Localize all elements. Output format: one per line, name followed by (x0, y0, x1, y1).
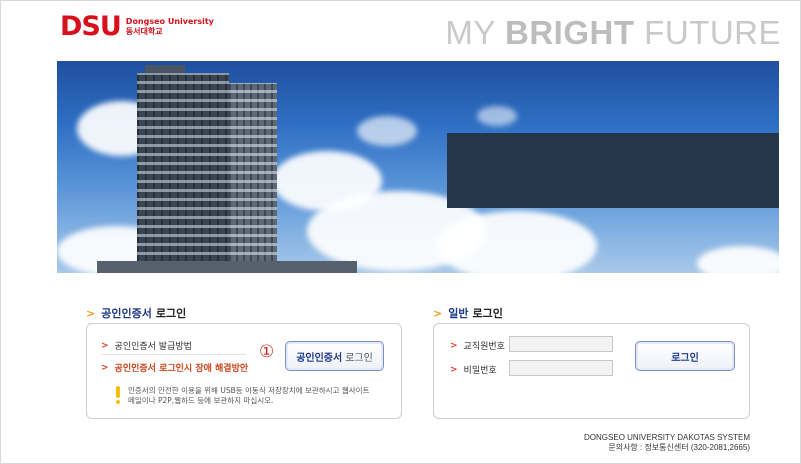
general-title-rest: 로그인 (472, 307, 503, 320)
cert-trouble-link-label: 공인인증서 로그인시 장애 해결방안 (114, 364, 249, 374)
chevron-right-icon: > (86, 306, 96, 320)
notice-line-1: 인증서의 안전한 이용을 위해 USB등 이동식 저장장치에 보관하시고 웹사이… (128, 386, 370, 395)
chevron-right-icon: > (433, 306, 443, 320)
password-label-text: 비밀번호 (463, 366, 497, 376)
bullet-arrow-icon: > (450, 364, 458, 375)
cert-trouble-link[interactable]: > 공인인증서 로그인시 장애 해결방안 (101, 361, 249, 375)
cert-login-title: > 공인인증서 로그인 (86, 305, 186, 321)
cloud (477, 106, 517, 126)
campus-banner-image (57, 61, 779, 273)
tagline-part-2: FUTURE (634, 14, 781, 51)
general-login-title: > 일반 로그인 (433, 305, 503, 321)
cert-login-button-main: 공인인증서 (296, 352, 343, 364)
tagline-bold: BRIGHT (505, 14, 635, 51)
cert-notice: 인증서의 안전한 이용을 위해 USB등 이동식 저장장치에 보관하시고 웹사이… (114, 386, 394, 406)
footer-system-name: DONGSEO UNIVERSITY DAKOTAS SYSTEM (584, 433, 750, 442)
step-marker: ① (259, 342, 275, 362)
exclamation-icon (114, 386, 122, 404)
cert-login-button-sub: 로그인 (345, 352, 373, 364)
footer: DONGSEO UNIVERSITY DAKOTAS SYSTEM 문의사항 :… (584, 433, 750, 454)
cert-title-highlight: 공인인증서 (101, 307, 152, 320)
footer-contact: 문의사항 : 정보통신센터 (320-2081,2665) (608, 443, 750, 453)
logo-mark: DSU (60, 11, 122, 42)
divider (101, 354, 246, 355)
general-login-button-label: 로그인 (671, 352, 699, 364)
staff-id-label: > 교직원번호 (450, 339, 505, 353)
cloud (357, 116, 417, 146)
cert-issue-link[interactable]: > 공인인증서 발급방법 (101, 339, 192, 353)
cert-login-button[interactable]: 공인인증서 로그인 (285, 341, 384, 371)
banner-dark-overlay (447, 133, 779, 208)
staff-id-input[interactable] (509, 336, 613, 352)
logo-english-name: Dongseo University (125, 17, 214, 27)
logo-text: Dongseo University 동서대학교 (126, 17, 214, 35)
bullet-arrow-icon: > (450, 340, 458, 351)
cloud (437, 211, 597, 273)
cert-title-rest: 로그인 (155, 307, 187, 320)
university-building (97, 65, 357, 273)
general-login-button[interactable]: 로그인 (635, 341, 735, 371)
bullet-arrow-icon: > (101, 340, 109, 351)
notice-line-2: 메일이나 P2P,웹하드 등에 보관하지 마십시오. (128, 396, 274, 406)
password-input[interactable] (509, 360, 613, 376)
password-label: > 비밀번호 (450, 363, 497, 377)
logo-korean-name: 동서대학교 (125, 26, 163, 36)
general-title-highlight: 일반 (448, 307, 469, 320)
bullet-arrow-icon: > (101, 362, 109, 373)
tagline-part-1: MY (445, 14, 505, 51)
cert-issue-link-label: 공인인증서 발급방법 (114, 342, 192, 352)
dsu-logo[interactable]: DSU Dongseo University 동서대학교 (60, 13, 214, 40)
cloud (697, 246, 779, 273)
staff-id-label-text: 교직원번호 (463, 342, 505, 352)
tagline: MY BRIGHT FUTURE (445, 16, 781, 49)
